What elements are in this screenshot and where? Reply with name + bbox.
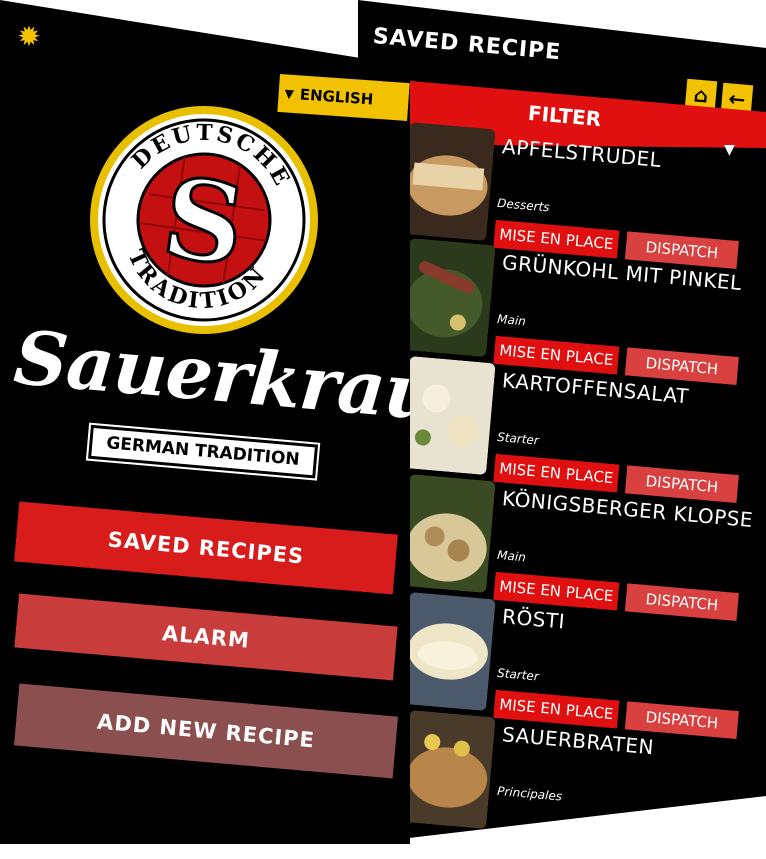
page-title: SAVED RECIPE [371,24,563,66]
recipe-category: Main [496,547,527,565]
gear-icon[interactable]: ✹ [16,23,42,51]
saved-recipes-screen: SAVED RECIPE ⌂ ← FILTER ▼ APFELSTRUDEL D… [358,0,766,844]
recipe-category: Principales [496,783,563,804]
chevron-down-icon: ▼ [284,86,295,101]
recipe-thumbnail [400,592,496,712]
brand-title: Sauerkraut [10,315,474,441]
recipe-thumbnail [400,122,496,242]
recipe-category: Main [496,311,527,329]
saved-recipes-button[interactable]: SAVED RECIPES [14,501,398,595]
brand-subtitle: GERMAN TRADITION [85,421,320,482]
recipe-thumbnail [400,356,496,476]
recipe-category: Starter [496,665,540,684]
brand-seal-logo: S DEUTSCHE TRADITION [71,87,338,354]
recipe-name: RÖSTI [501,604,567,634]
recipe-category: Desserts [496,195,551,215]
recipe-category: Starter [496,429,540,448]
home-screen: ✹ ▼ ENGLISH S DEUTSCHE TRADITION Sauerkr… [0,0,410,844]
brand-wordmark: Sauerkraut GERMAN TRADITION [6,315,474,491]
recipe-thumbnail [400,710,496,830]
alarm-button[interactable]: ALARM [14,593,398,681]
recipe-thumbnail [400,238,496,358]
recipe-thumbnail [400,474,496,594]
language-label: ENGLISH [299,85,374,109]
add-new-recipe-button[interactable]: ADD NEW RECIPE [14,683,398,779]
